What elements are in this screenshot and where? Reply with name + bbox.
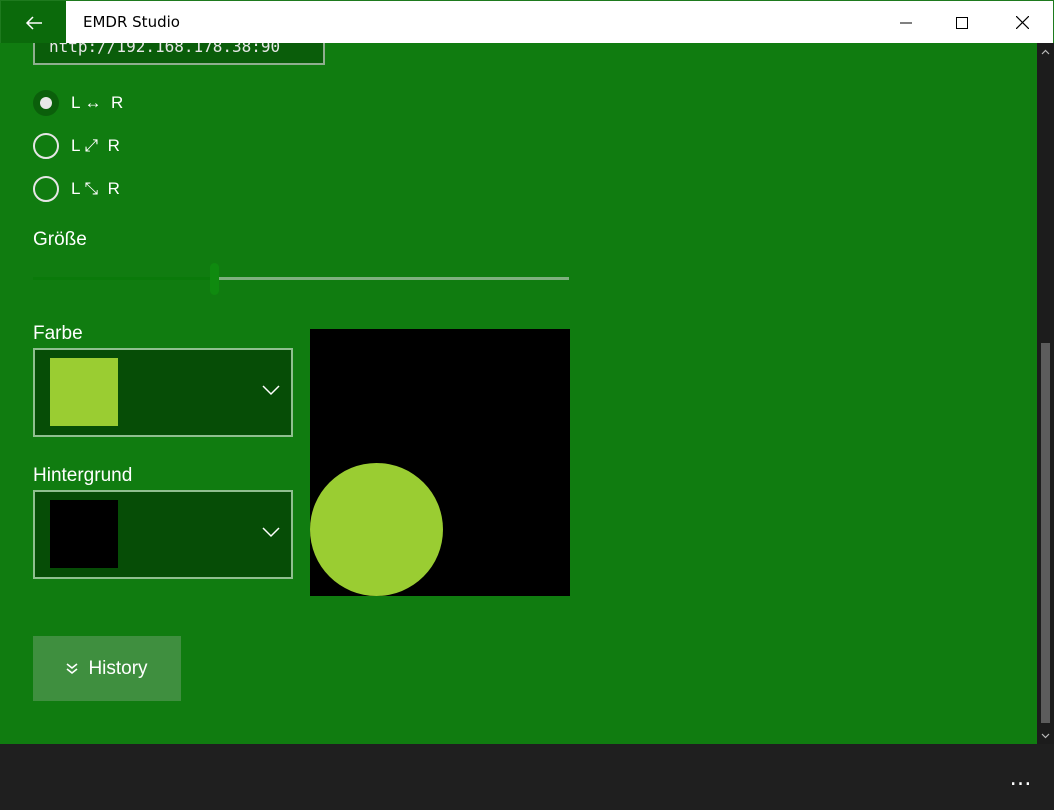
chevron-up-icon — [1041, 49, 1050, 54]
size-label: Größe — [33, 229, 87, 250]
chevron-down-icon — [262, 527, 280, 538]
preview-canvas — [310, 329, 570, 596]
bottom-app-bar: … — [0, 744, 1054, 810]
background-dropdown[interactable] — [33, 490, 293, 579]
size-slider[interactable] — [33, 263, 569, 295]
title-bar: EMDR Studio — [0, 0, 1054, 44]
back-arrow-icon — [25, 15, 42, 30]
close-icon — [1015, 16, 1029, 29]
slider-track-empty — [219, 277, 569, 280]
background-swatch — [50, 500, 118, 568]
scroll-down-button[interactable] — [1037, 727, 1054, 744]
back-button[interactable] — [1, 1, 66, 44]
background-label: Hintergrund — [33, 465, 133, 486]
minimize-icon — [900, 22, 912, 23]
maximize-button[interactable] — [933, 1, 991, 44]
color-label: Farbe — [33, 323, 83, 344]
radio-indicator[interactable] — [33, 176, 59, 202]
radio-label: L ⤡ R — [71, 179, 120, 198]
more-options-button[interactable]: … — [998, 758, 1044, 798]
radio-label: L ⤢ R — [71, 136, 120, 155]
radio-diagonal-up[interactable]: L ⤢ R — [33, 132, 120, 160]
window-title: EMDR Studio — [83, 13, 180, 31]
radio-diagonal-down[interactable]: L ⤡ R — [33, 175, 120, 203]
slider-thumb[interactable] — [210, 263, 219, 295]
minimize-button[interactable] — [877, 1, 935, 44]
radio-horizontal[interactable]: L ↔ R — [33, 89, 123, 117]
preview-dot — [310, 463, 443, 596]
scroll-thumb[interactable] — [1041, 343, 1050, 723]
chevron-down-icon — [262, 385, 280, 396]
main-content: http://192.168.178.38:90 L ↔ R L ⤢ R L ⤡… — [0, 43, 1037, 744]
chevron-down-icon — [1041, 733, 1050, 738]
radio-indicator[interactable] — [33, 133, 59, 159]
history-button-label: History — [88, 657, 148, 679]
color-dropdown[interactable] — [33, 348, 293, 437]
scroll-up-button[interactable] — [1037, 43, 1054, 60]
url-input[interactable]: http://192.168.178.38:90 — [33, 43, 325, 65]
slider-track-filled — [33, 277, 210, 280]
history-button[interactable]: History — [33, 636, 181, 701]
close-button[interactable] — [993, 1, 1051, 44]
color-swatch — [50, 358, 118, 426]
vertical-scrollbar[interactable] — [1037, 43, 1054, 744]
radio-indicator[interactable] — [33, 90, 59, 116]
radio-label: L ↔ R — [71, 93, 124, 112]
double-chevron-down-icon — [66, 662, 78, 675]
maximize-icon — [956, 16, 968, 29]
